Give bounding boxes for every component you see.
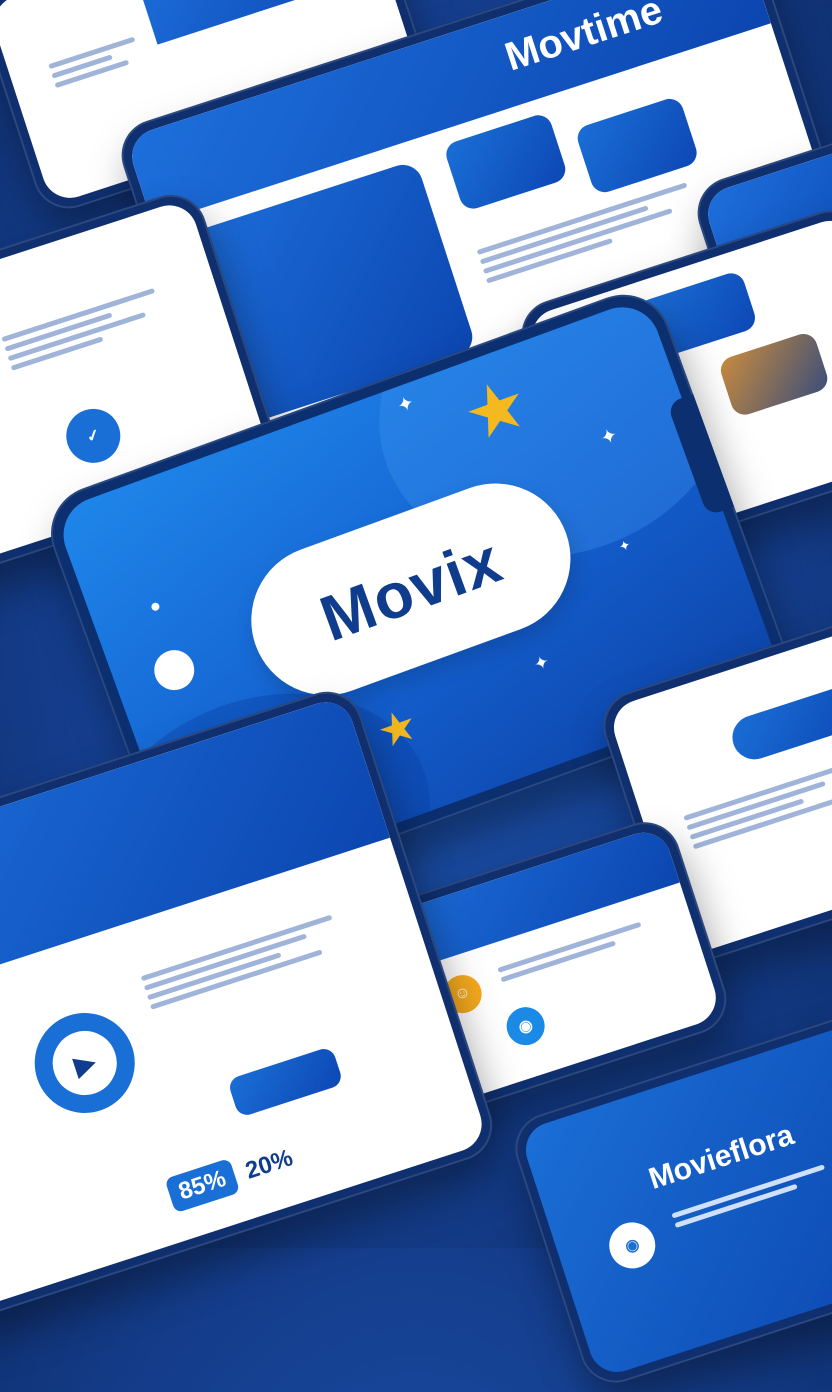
decorative-dot [150,601,161,612]
decorative-dot [148,644,200,696]
action-button[interactable] [726,679,832,766]
feature-tile[interactable] [442,111,569,213]
text-lines [47,32,143,93]
bird-icon[interactable]: ✓ [59,401,128,470]
stat-value-b: 20% [242,1144,297,1185]
camera-icon[interactable]: ◉ [501,1002,550,1051]
action-button[interactable] [226,1045,344,1118]
stat-value-a: 85% [164,1158,241,1214]
text-lines [0,283,166,375]
text-lines [682,759,832,854]
text-lines [139,910,343,1015]
header-banner [129,0,405,45]
star-icon: ✦ [531,651,553,676]
camera-icon[interactable]: ◉ [603,1216,662,1275]
photo-tile[interactable] [717,330,831,419]
star-icon: ✦ [616,536,633,556]
play-icon[interactable]: ▶ [21,1000,148,1127]
app-logo: Movix [311,523,511,656]
